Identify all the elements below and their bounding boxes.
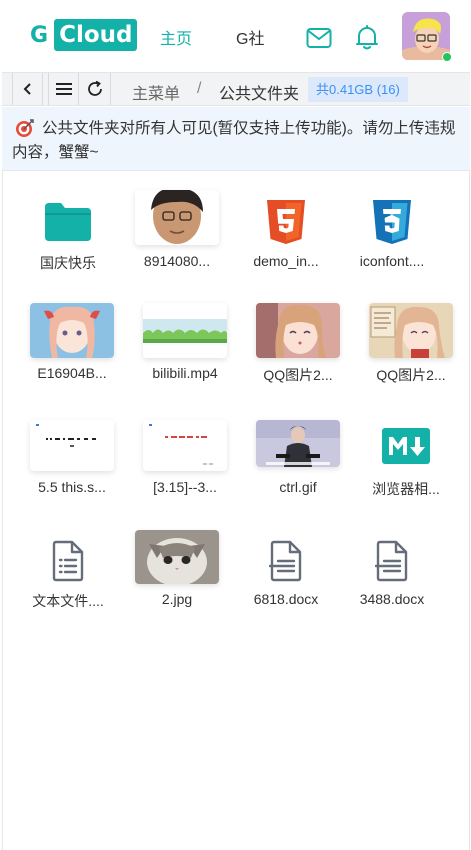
image-thumbnail (135, 190, 219, 245)
file-name: 2.jpg (161, 591, 193, 607)
refresh-icon (88, 80, 102, 96)
folder-icon (40, 198, 96, 246)
file-name: 文本文件.... (32, 593, 104, 609)
file-name: 6818.docx (253, 591, 319, 607)
logo-g: G (30, 22, 49, 48)
toolbar: 主菜单 / 公共文件夹 共0.41GB (16) (2, 72, 470, 106)
file-name: 国庆快乐 (40, 255, 96, 271)
chevron-left-icon (23, 83, 31, 95)
logo-cloud: Cloud (54, 19, 138, 51)
file-item[interactable]: ctrl.gif (248, 418, 348, 528)
docx-file-icon (372, 538, 412, 584)
file-name: 3488.docx (359, 591, 425, 607)
logo[interactable]: G Cloud (30, 19, 138, 51)
video-thumbnail (143, 303, 227, 358)
image-thumbnail (369, 303, 453, 358)
file-name: E16904B... (37, 365, 107, 381)
markdown-icon (381, 426, 431, 466)
header: G Cloud 主页 G社 (0, 0, 471, 72)
file-item[interactable]: QQ图片2... (361, 302, 461, 412)
breadcrumb-current: 公共文件夹 (219, 86, 300, 103)
file-name: QQ图片2... (376, 367, 446, 383)
content-border-left (2, 171, 3, 850)
hamburger-icon (55, 83, 72, 95)
file-item[interactable]: iconfont.... (342, 190, 442, 300)
breadcrumb-separator: / (197, 80, 202, 97)
bell-icon[interactable] (355, 25, 379, 51)
file-name: 5.5 this.s... (38, 479, 106, 495)
back-button[interactable] (12, 73, 43, 105)
file-item[interactable]: E16904B... (22, 302, 122, 412)
file-item[interactable]: bilibili.mp4 (135, 302, 235, 412)
notice-banner: 公共文件夹对所有人可见(暂仅支持上传功能)。请勿上传违规内容，蟹蟹~ (2, 107, 470, 171)
file-item[interactable]: 文本文件.... (18, 530, 118, 640)
refresh-button[interactable] (80, 73, 111, 105)
file-item[interactable]: 浏览器相... (356, 418, 456, 528)
file-name: [3.15]--3... (153, 479, 217, 495)
image-thumbnail (143, 420, 227, 471)
file-name: demo_in... (253, 253, 319, 269)
breadcrumb-root[interactable]: 主菜单 (132, 80, 180, 104)
nav-home[interactable]: 主页 (160, 25, 192, 49)
file-name: QQ图片2... (263, 367, 333, 383)
image-thumbnail (30, 303, 114, 358)
gif-thumbnail (256, 420, 340, 467)
file-name: iconfont.... (359, 253, 425, 269)
file-item[interactable]: QQ图片2... (248, 302, 348, 412)
file-item[interactable]: 国庆快乐 (18, 190, 118, 300)
target-icon (16, 119, 34, 137)
file-name: 8914080... (143, 253, 211, 269)
menu-button[interactable] (48, 73, 79, 105)
content-border-right (469, 171, 470, 850)
image-thumbnail (30, 420, 114, 471)
image-thumbnail (256, 303, 340, 358)
html5-icon (264, 198, 308, 246)
file-item[interactable]: [3.15]--3... (135, 418, 235, 528)
notice-text: 公共文件夹对所有人可见(暂仅支持上传功能)。请勿上传违规内容，蟹蟹~ (12, 120, 456, 161)
file-item[interactable]: 8914080... (127, 190, 227, 300)
storage-size-badge: 共0.41GB (16) (308, 77, 408, 102)
css3-icon (370, 198, 414, 246)
docx-file-icon (266, 538, 306, 584)
file-name: bilibili.mp4 (152, 365, 218, 381)
file-item[interactable]: 6818.docx (236, 530, 336, 640)
online-status-dot (442, 52, 452, 62)
nav-community[interactable]: G社 (236, 25, 264, 49)
text-file-icon (48, 538, 88, 584)
file-item[interactable]: 2.jpg (127, 530, 227, 640)
image-thumbnail (135, 530, 219, 584)
file-item[interactable]: 5.5 this.s... (22, 418, 122, 528)
file-name: ctrl.gif (279, 479, 317, 495)
mail-icon[interactable] (306, 27, 332, 49)
file-name: 浏览器相... (372, 481, 440, 497)
file-item[interactable]: 3488.docx (342, 530, 442, 640)
file-item[interactable]: demo_in... (236, 190, 336, 300)
